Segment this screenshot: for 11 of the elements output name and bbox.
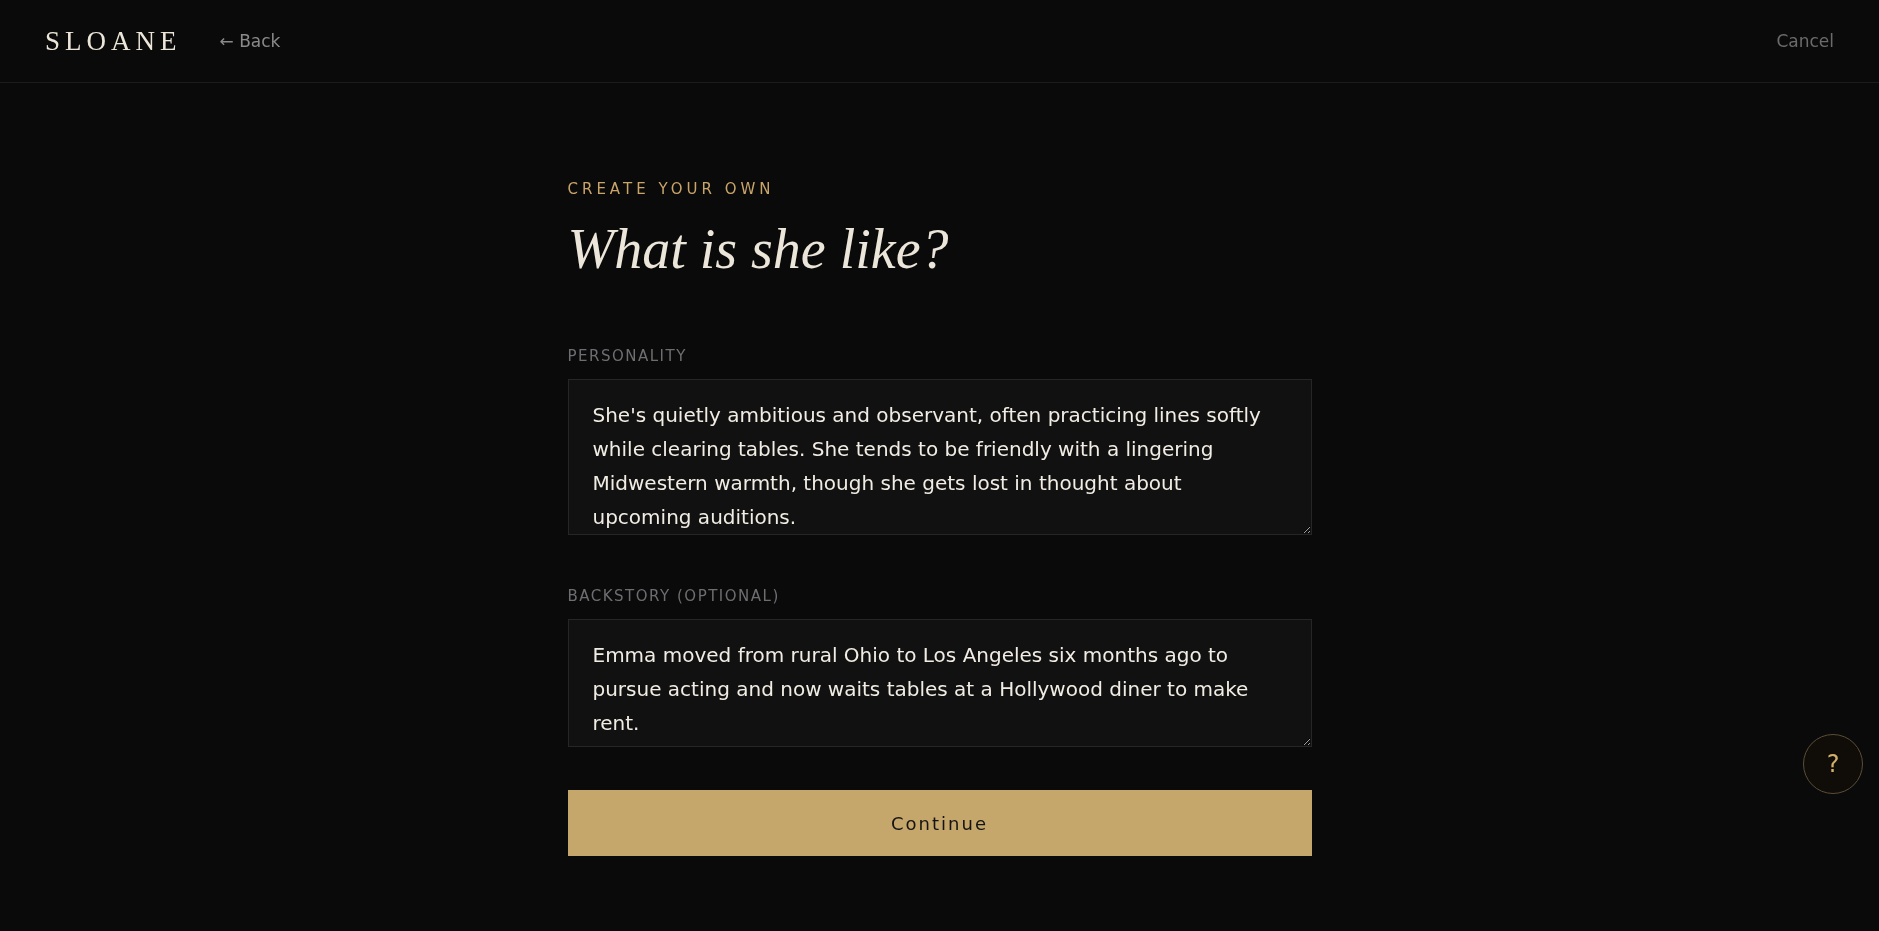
text-area[interactable]: Emma moved from rural Ohio to Los Angeles six months ago to pursue acting and now waits tables at a Hollywood diner to make rent. (567, 619, 1312, 748)
page-title: What is she like? (567, 217, 950, 282)
field-label: BACKSTORY (OPTIONAL) (567, 587, 781, 606)
text-area[interactable]: She's quietly ambitious and observant, often practicing lines softly while clearing tables. She tends to be friendly with a lingering Midwestern warmth, though she gets lost in thought about upcoming auditions. (567, 379, 1312, 536)
logo: SLOANE (45, 25, 182, 57)
eyebrow-text: CREATE YOUR OWN (567, 180, 776, 198)
field-label: PERSONALITY (567, 347, 688, 366)
cancel-link[interactable]: Cancel (1776, 31, 1834, 51)
help-button[interactable]: ? (1803, 734, 1863, 794)
continue-button[interactable]: Continue (567, 790, 1312, 857)
back-link[interactable]: ← Back (219, 31, 281, 51)
